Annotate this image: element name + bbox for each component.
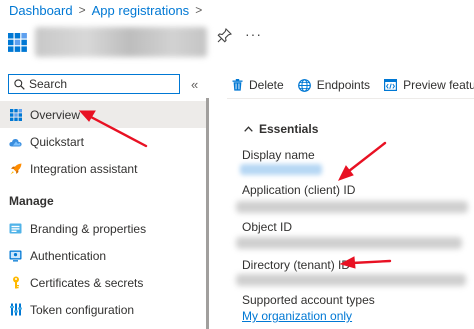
app-registration-icon [8,33,27,52]
search-input[interactable] [29,76,159,92]
nav-item-label: Authentication [30,248,107,263]
application-id-value-redacted [236,201,468,213]
pin-icon[interactable] [217,27,233,43]
preview-features-icon [384,79,398,91]
nav-item-authentication[interactable]: Authentication [0,242,206,269]
app-name-redacted [35,27,207,57]
toolbar-divider [227,98,474,99]
field-label-object-id: Object ID [242,220,293,234]
nav-item-label: Integration assistant [30,161,138,176]
endpoints-label: Endpoints [316,78,371,92]
nav-item-overview[interactable]: Overview [0,101,206,128]
chevron-up-icon [244,124,253,135]
delete-label: Delete [249,78,284,92]
breadcrumb-separator: > [78,3,86,17]
collapse-menu-icon[interactable]: « [191,77,198,92]
field-label-application-client-id: Application (client) ID [242,183,356,197]
cloud-icon [9,135,22,148]
grid-icon [9,108,22,121]
authentication-icon [9,249,22,262]
field-label-supported-account-types: Supported account types [242,293,375,307]
nav-section-manage: Manage [9,194,54,208]
supported-account-types-link[interactable]: My organization only [242,309,352,323]
token-config-icon [9,303,22,316]
nav-item-label: Certificates & secrets [30,275,144,290]
nav-scrollbar[interactable] [206,98,209,329]
annotation-arrow-display-name [347,141,387,173]
more-options-icon[interactable]: ··· [245,26,262,42]
annotation-arrow-directory-id [350,259,392,265]
search-icon [14,78,25,90]
nav-item-quickstart[interactable]: Quickstart [0,128,206,155]
directory-id-value-redacted [236,274,466,286]
preview-features-button[interactable]: Preview features [384,78,474,92]
nav-item-certificates-secrets[interactable]: Certificates & secrets [0,269,206,296]
essentials-toggle[interactable]: Essentials [244,122,318,136]
trash-icon [232,79,243,91]
command-toolbar: Delete Endpoints Preview features [232,76,474,94]
search-field[interactable] [8,74,180,94]
nav-item-label: Overview [30,107,81,122]
nav-item-token-configuration[interactable]: Token configuration [0,296,206,323]
display-name-value-redacted[interactable] [240,164,322,175]
essentials-header: Essentials [259,122,319,136]
preview-features-label: Preview features [403,78,474,92]
object-id-value-redacted [236,237,462,249]
field-label-display-name: Display name [242,148,315,162]
nav-item-label: Quickstart [30,134,85,149]
key-icon [9,276,22,289]
endpoints-button[interactable]: Endpoints [297,78,371,92]
nav-item-branding-properties[interactable]: Branding & properties [0,215,206,242]
breadcrumb-separator: > [195,3,203,17]
nav-item-integration-assistant[interactable]: Integration assistant [0,155,206,182]
nav-item-label: Token configuration [30,302,135,317]
rocket-icon [9,162,22,175]
globe-icon [297,78,311,92]
nav-item-label: Branding & properties [30,221,147,236]
breadcrumb-dashboard-link[interactable]: Dashboard [9,3,73,18]
branding-icon [9,222,22,235]
field-label-directory-tenant-id: Directory (tenant) ID [242,258,351,272]
breadcrumb-app-registrations-link[interactable]: App registrations [92,3,190,18]
breadcrumb: Dashboard > App registrations > [9,2,208,18]
delete-button[interactable]: Delete [232,78,284,92]
